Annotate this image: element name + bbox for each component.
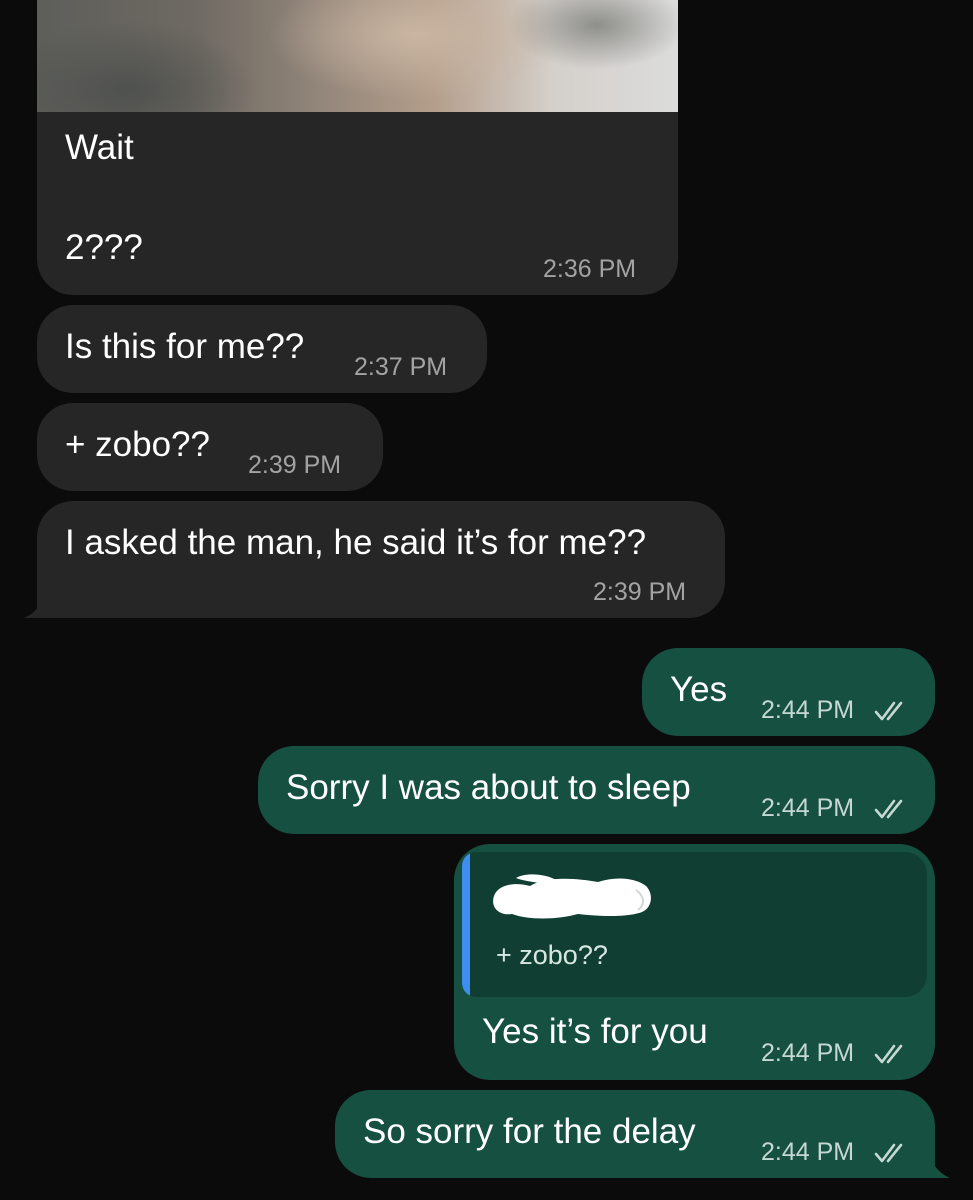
double-check-icon (874, 701, 903, 721)
quoted-message-text: + zobo?? (496, 940, 608, 970)
message-text: Yes it’s for you (482, 1012, 708, 1051)
message-time: 2:44 PM (761, 794, 855, 822)
quote-accent-bar (462, 852, 470, 997)
double-check-icon (874, 1044, 903, 1064)
message-time: 2:39 PM (248, 451, 342, 479)
outgoing-message[interactable]: So sorry for the delay 2:44 PM (335, 1090, 935, 1178)
message-time: 2:39 PM (593, 578, 687, 606)
message-text: Sorry I was about to sleep (286, 768, 691, 807)
incoming-message[interactable]: Is this for me?? 2:37 PM (37, 305, 487, 393)
redacted-sender-name (493, 874, 651, 919)
double-check-icon (874, 1143, 903, 1163)
message-text: Yes (670, 670, 728, 709)
message-photo[interactable] (37, 0, 678, 112)
outgoing-message[interactable]: Yes 2:44 PM (642, 648, 935, 736)
incoming-message[interactable]: + zobo?? 2:39 PM (37, 403, 383, 491)
message-time: 2:36 PM (543, 255, 637, 283)
message-text: + zobo?? (65, 425, 210, 464)
quoted-message[interactable]: + zobo?? (462, 852, 927, 997)
chat-thread[interactable]: Wait 2??? 2:36 PM Is this for me?? 2:37 … (0, 0, 973, 1200)
message-time: 2:44 PM (761, 1138, 855, 1166)
message-text: Is this for me?? (65, 327, 305, 366)
message-time: 2:37 PM (354, 353, 448, 381)
incoming-message[interactable]: I asked the man, he said it’s for me?? 2… (37, 501, 725, 618)
message-text: I asked the man, he said it’s for me?? (65, 523, 647, 562)
outgoing-reply-message[interactable]: + zobo?? Yes it’s for you 2:44 PM (454, 844, 935, 1080)
outgoing-message[interactable]: Sorry I was about to sleep 2:44 PM (258, 746, 935, 834)
message-time: 2:44 PM (761, 696, 855, 724)
double-check-icon (874, 799, 903, 819)
message-text-line-1: Wait (65, 128, 134, 167)
message-time: 2:44 PM (761, 1039, 855, 1067)
message-text-line-2: 2??? (65, 228, 143, 267)
message-text: So sorry for the delay (363, 1112, 696, 1151)
